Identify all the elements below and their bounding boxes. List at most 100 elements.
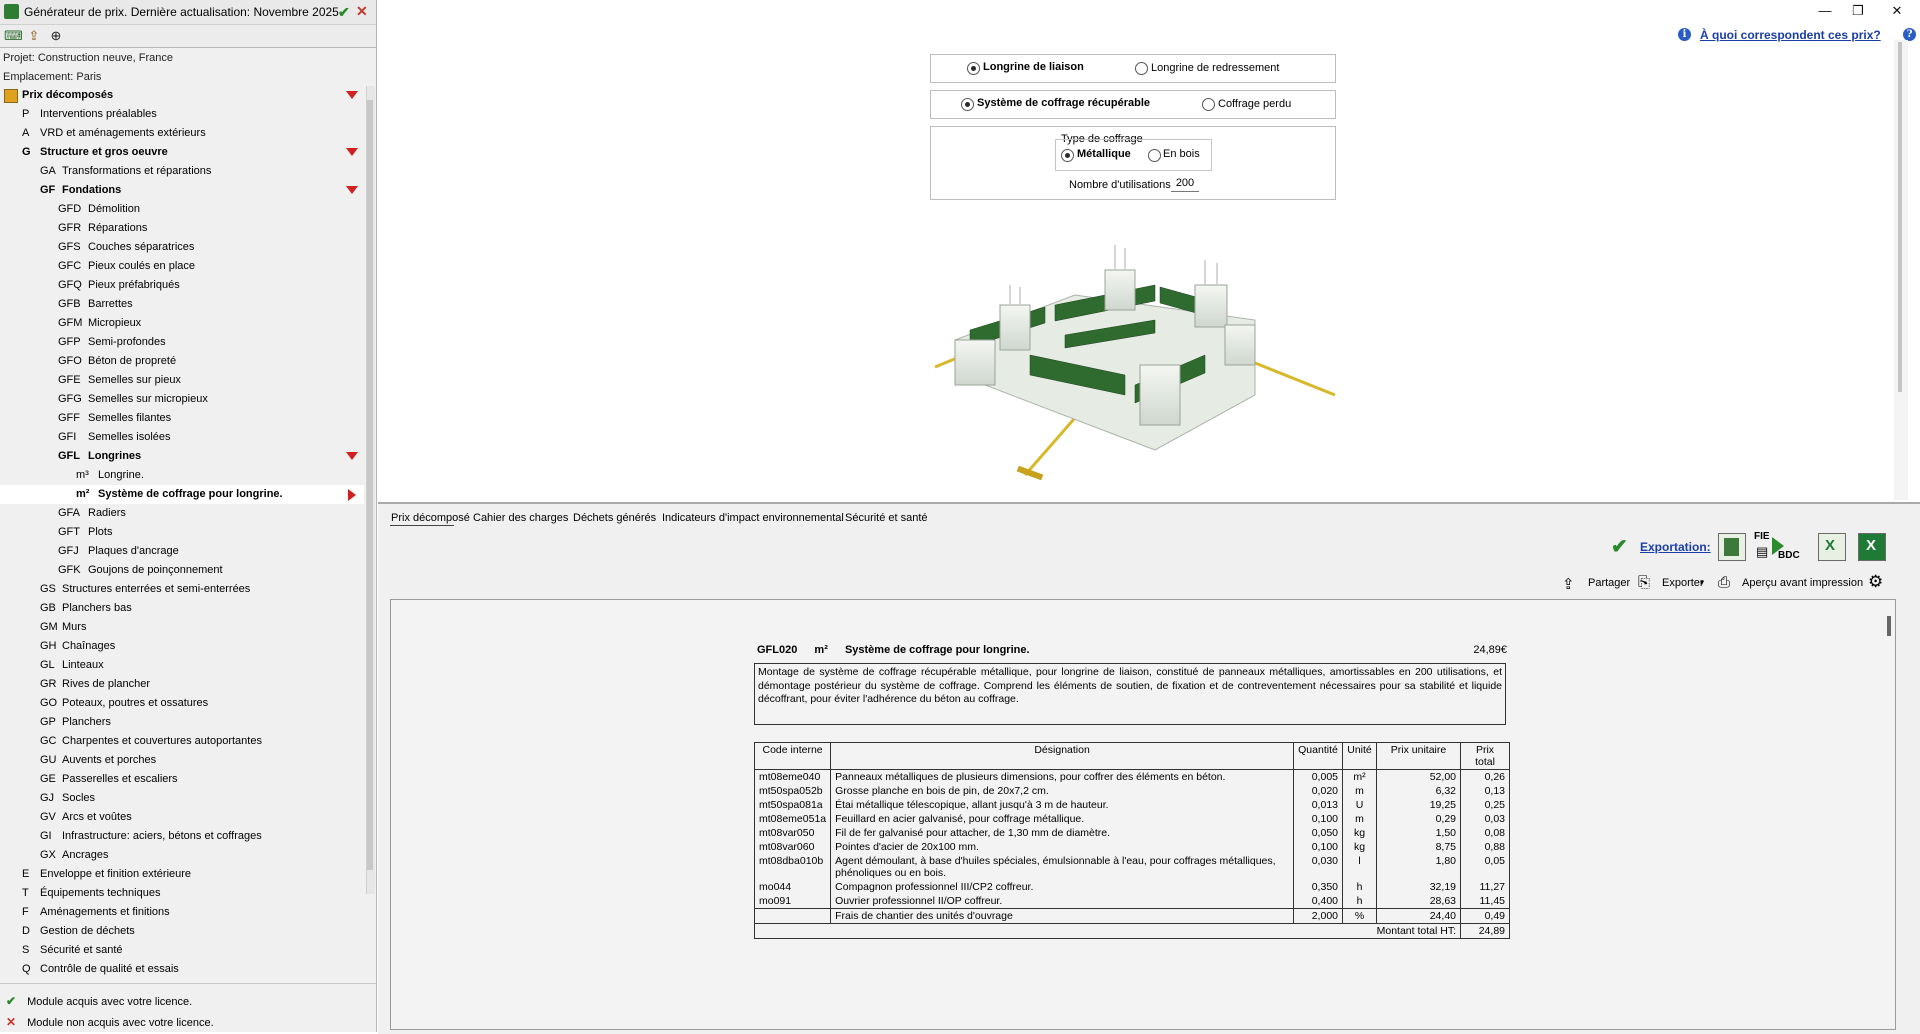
share-button[interactable]: Partager	[1588, 577, 1630, 589]
tree-item[interactable]: m³ Longrine.	[0, 466, 364, 485]
radio-metallique[interactable]	[1061, 149, 1074, 162]
tree-item[interactable]: GFO Béton de propreté	[0, 352, 364, 371]
tree-item[interactable]: GS Structures enterrées et semi-enterrées	[0, 580, 364, 599]
radio-coffrage-perdu[interactable]	[1202, 98, 1215, 111]
export-button[interactable]: Exporter	[1662, 577, 1704, 589]
tree-item[interactable]: GFI Semelles isolées	[0, 428, 364, 447]
tree-item[interactable]: GX Ancrages	[0, 846, 364, 865]
tab-securite-sante[interactable]: Sécurité et santé	[845, 512, 928, 524]
tree-item[interactable]: GP Planchers	[0, 713, 364, 732]
help-link[interactable]: À quoi correspondent ces prix?	[1700, 28, 1881, 42]
excel-export-icon[interactable]: X	[1818, 533, 1846, 561]
tree-item[interactable]: GH Chaînages	[0, 637, 364, 656]
tree-item[interactable]: GFC Pieux coulés en place	[0, 257, 364, 276]
tree-item-code: E	[22, 868, 30, 880]
tree-item[interactable]: GC Charpentes et couvertures autoportante…	[0, 732, 364, 751]
tree-item[interactable]: P Interventions préalables	[0, 105, 364, 124]
tree-item[interactable]: GR Rives de plancher	[0, 675, 364, 694]
tree-item[interactable]: GFB Barrettes	[0, 295, 364, 314]
tree-item[interactable]: GFS Couches séparatrices	[0, 238, 364, 257]
tree-item[interactable]: GFG Semelles sur micropieux	[0, 390, 364, 409]
tree-item[interactable]: GF Fondations	[0, 181, 364, 200]
tree-item[interactable]: GFP Semi-profondes	[0, 333, 364, 352]
accept-icon[interactable]: ✔	[338, 4, 350, 21]
tree-item[interactable]: Prix décomposés	[0, 86, 364, 105]
tree-item[interactable]: m² Système de coffrage pour longrine.	[0, 485, 364, 504]
minimize-icon[interactable]: —	[1815, 3, 1835, 18]
radio-longrine-redressement[interactable]	[1135, 62, 1148, 75]
tree-item[interactable]: GJ Socles	[0, 789, 364, 808]
tree-item[interactable]: GO Poteaux, poutres et ossatures	[0, 694, 364, 713]
tree-item[interactable]: D Gestion de déchets	[0, 922, 364, 941]
tab-cahier-des-charges[interactable]: Cahier des charges	[473, 512, 568, 524]
tree-item[interactable]: GFK Goujons de poinçonnement	[0, 561, 364, 580]
tree-item[interactable]: T Équipements techniques	[0, 884, 364, 903]
caret-right-icon[interactable]	[348, 489, 356, 501]
settings-gear-icon[interactable]: ⚙	[1868, 572, 1883, 592]
share-icon[interactable]: ⇪	[1562, 575, 1575, 593]
tree-item[interactable]: GFF Semelles filantes	[0, 409, 364, 428]
tree-item-code: GR	[40, 678, 57, 690]
print-preview-button[interactable]: Aperçu avant impression	[1742, 577, 1863, 589]
caret-down-icon[interactable]	[346, 186, 358, 194]
tree-item[interactable]: GFM Micropieux	[0, 314, 364, 333]
tree-item[interactable]: G Structure et gros oeuvre	[0, 143, 364, 162]
tree-item[interactable]: GFQ Pieux préfabriqués	[0, 276, 364, 295]
tree-item[interactable]: GFD Démolition	[0, 200, 364, 219]
caret-down-icon[interactable]	[346, 91, 358, 99]
caret-down-icon[interactable]	[346, 148, 358, 156]
tab-indicateurs-impact[interactable]: Indicateurs d'impact environnemental	[662, 512, 844, 524]
tree-item[interactable]: S Sécurité et santé	[0, 941, 364, 960]
tree-item[interactable]: GFR Réparations	[0, 219, 364, 238]
cell-prix-total: 0,49	[1460, 908, 1510, 924]
radio-coffrage-recuperable[interactable]	[961, 98, 974, 111]
top-scrollbar[interactable]	[1894, 40, 1908, 500]
tree-item[interactable]: Q Contrôle de qualité et essais	[0, 960, 364, 979]
close-window-icon[interactable]: ✕	[1887, 3, 1907, 19]
cell-designation: Fil de fer galvanisé pour attacher, de 1…	[830, 826, 1294, 840]
cell-prix-total: 0,03	[1460, 812, 1510, 826]
tree-item[interactable]: GU Auvents et porches	[0, 751, 364, 770]
tree-scrollbar-thumb[interactable]	[367, 100, 373, 870]
restore-icon[interactable]: ❐	[1848, 3, 1868, 19]
tree-item[interactable]: E Enveloppe et finition extérieure	[0, 865, 364, 884]
export-icon[interactable]: ⎘	[1638, 574, 1650, 591]
tree-item[interactable]: GM Murs	[0, 618, 364, 637]
upload-icon[interactable]: ⇪	[26, 28, 42, 43]
uses-input[interactable]: 200	[1171, 176, 1199, 192]
tree-item-label: Béton de propreté	[88, 355, 177, 367]
tab-dechets-generes[interactable]: Déchets générés	[573, 512, 656, 524]
tree-item-label: Semelles sur micropieux	[88, 393, 208, 405]
export-dropdown-icon[interactable]: ▾	[1700, 578, 1704, 587]
binoculars-icon[interactable]: ⊕	[48, 28, 64, 43]
tree-item[interactable]: GFA Radiers	[0, 504, 364, 523]
tree-item[interactable]: GFL Longrines	[0, 447, 364, 466]
tree-item[interactable]: GL Linteaux	[0, 656, 364, 675]
export-file-icon[interactable]	[1718, 533, 1746, 561]
tree-item[interactable]: GFT Plots	[0, 523, 364, 542]
tree-item[interactable]: GE Passerelles et escaliers	[0, 770, 364, 789]
fie-bdc-icon[interactable]: FIE ▤ BDC	[1752, 531, 1802, 563]
caret-down-icon[interactable]	[346, 452, 358, 460]
close-icon[interactable]: ✕	[356, 3, 368, 20]
tree-item[interactable]: GI Infrastructure: aciers, bétons et coff…	[0, 827, 364, 846]
printer-icon[interactable]: ⎙	[1718, 574, 1730, 591]
tree-item[interactable]: GFJ Plaques d'ancrage	[0, 542, 364, 561]
report-scrollbar-thumb[interactable]	[1887, 616, 1891, 636]
tree-item[interactable]: A VRD et aménagements extérieurs	[0, 124, 364, 143]
excel-icon[interactable]: X	[1858, 533, 1886, 561]
tab-prix-decompose[interactable]: Prix décomposé	[391, 512, 470, 524]
tree-item[interactable]: GA Transformations et réparations	[0, 162, 364, 181]
top-scrollbar-thumb[interactable]	[1898, 42, 1902, 392]
tree-item[interactable]: GFE Semelles sur pieux	[0, 371, 364, 390]
tree-item[interactable]: GV Arcs et voûtes	[0, 808, 364, 827]
radio-en-bois[interactable]	[1148, 149, 1161, 162]
tree-item-label: Ancrages	[62, 849, 109, 861]
cell-prix-total: 0,88	[1460, 840, 1510, 854]
radio-longrine-liaison[interactable]	[967, 62, 980, 75]
cell-designation: Grosse planche en bois de pin, de 20x7,2…	[830, 784, 1294, 798]
tree-item[interactable]: F Aménagements et finitions	[0, 903, 364, 922]
exportation-link[interactable]: Exportation:	[1640, 540, 1711, 554]
tree-item[interactable]: GB Planchers bas	[0, 599, 364, 618]
keyboard-icon[interactable]: ⌨	[4, 28, 23, 43]
